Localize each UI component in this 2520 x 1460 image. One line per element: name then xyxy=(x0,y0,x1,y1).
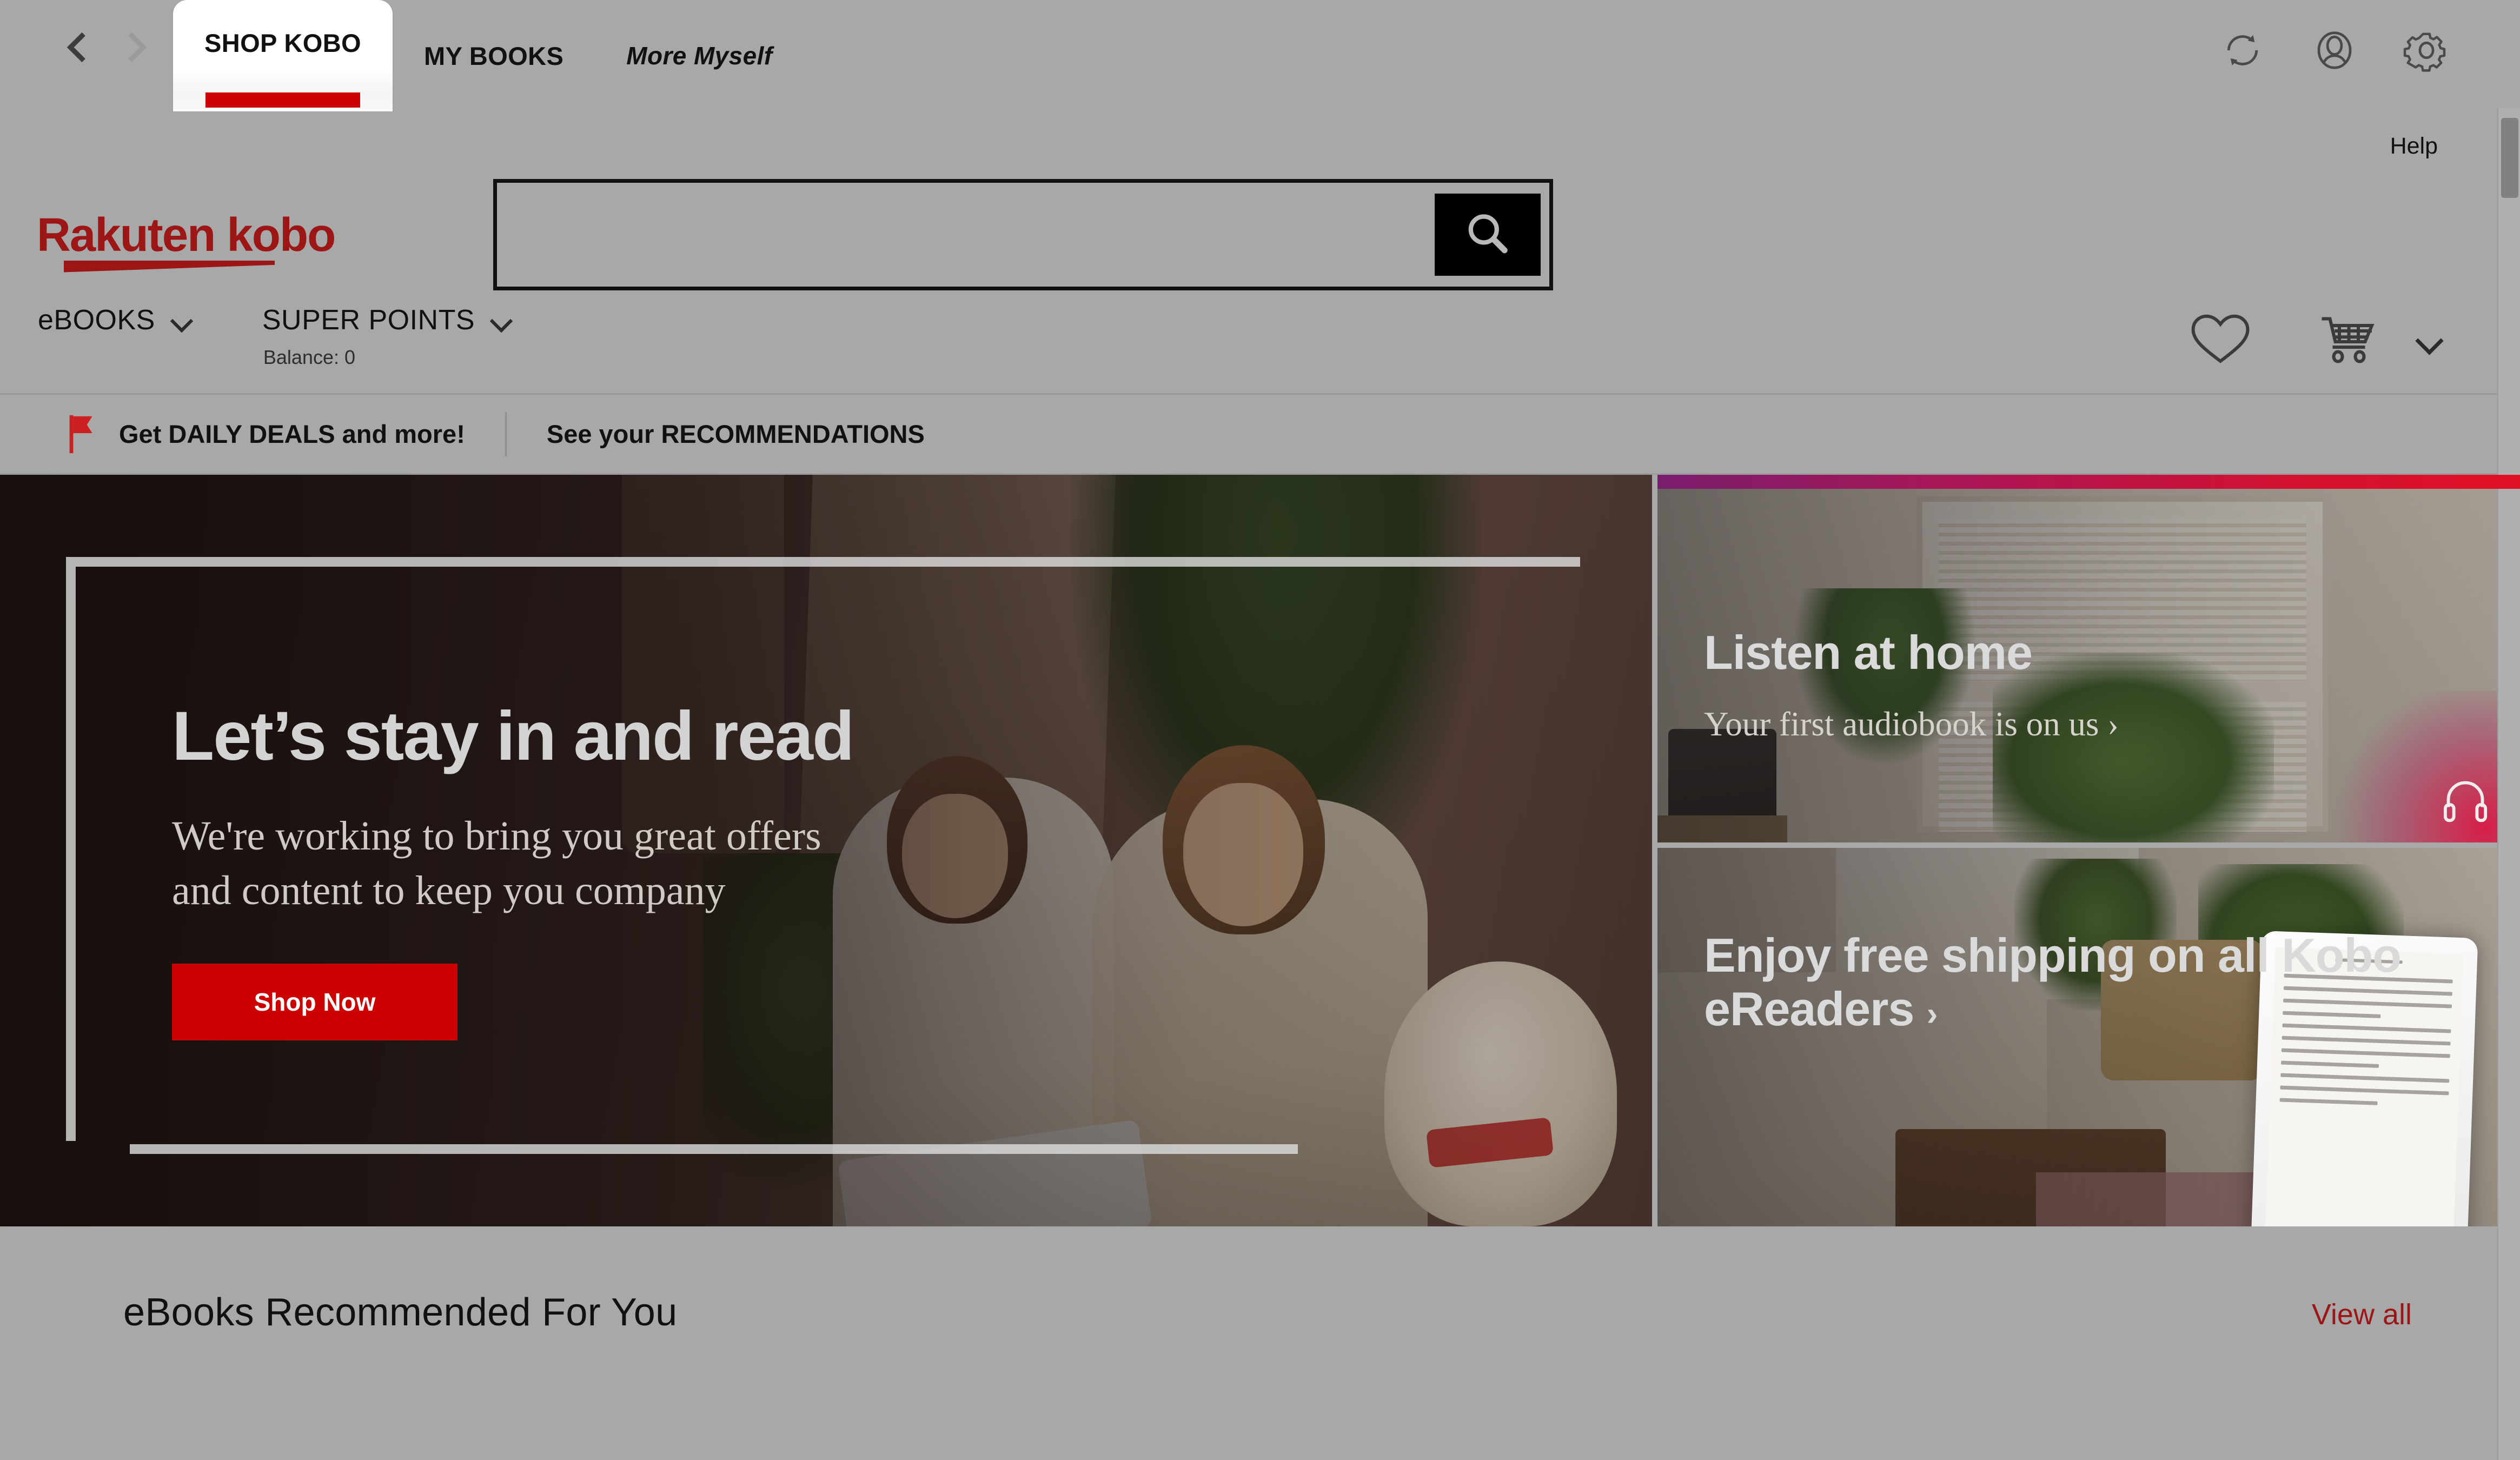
tab-list: SHOP KOBO MY BOOKS More Myself xyxy=(173,0,804,125)
promo-card-listen-at-home[interactable]: Listen at home Your first audiobook is o… xyxy=(1657,475,2520,842)
promo-text-block: Listen at home Your first audiobook is o… xyxy=(1704,626,2119,744)
tab-my-books-label: MY BOOKS xyxy=(424,41,564,70)
promo-title: Enjoy free shipping on all Kobo eReaders… xyxy=(1704,928,2520,1036)
promo-text-block: Enjoy free shipping on all Kobo eReaders… xyxy=(1704,928,2520,1036)
tab-shop-kobo-label: SHOP KOBO xyxy=(204,29,362,57)
nav-item-super-points[interactable]: SUPER POINTS Balance: 0 xyxy=(262,304,514,369)
help-link[interactable]: Help xyxy=(2390,133,2438,160)
nav-item-ebooks-label: eBOOKS xyxy=(38,304,155,336)
appbar-icon-group xyxy=(2219,27,2450,74)
cart-group xyxy=(2318,309,2444,369)
search-input[interactable] xyxy=(506,191,1435,278)
super-points-balance: Balance: 0 xyxy=(263,346,355,368)
divider xyxy=(505,412,507,456)
hero-headline: Let’s stay in and read xyxy=(172,698,854,775)
help-row: Help xyxy=(0,111,2520,181)
page-scrollbar[interactable] xyxy=(2497,108,2520,1460)
hero-area: Let’s stay in and read We're working to … xyxy=(0,475,2520,1226)
promo-title: Listen at home xyxy=(1704,626,2033,679)
shop-now-button[interactable]: Shop Now xyxy=(172,964,457,1041)
recommended-section: eBooks Recommended For You View all xyxy=(0,1226,2520,1335)
deals-bar: Get DAILY DEALS and more! See your RECOM… xyxy=(0,395,2520,475)
site-header: Help Rakuten kobo eBOOKS SUPER POINTS Ba… xyxy=(0,111,2520,475)
promo-subtitle: Your first audiobook is on us xyxy=(1704,705,2099,743)
heart-icon[interactable] xyxy=(2188,309,2253,369)
chevron-right-icon: › xyxy=(1926,995,1938,1033)
search-bar xyxy=(493,179,1553,290)
promo-title-text: Enjoy free shipping on all Kobo eReaders xyxy=(1704,928,2402,1036)
active-tab-indicator xyxy=(205,92,361,108)
view-all-link[interactable]: View all xyxy=(2312,1290,2412,1331)
nav-item-ebooks[interactable]: eBOOKS xyxy=(38,304,194,336)
hero-content: Let’s stay in and read We're working to … xyxy=(172,698,1308,1041)
sync-icon[interactable] xyxy=(2219,27,2266,74)
tab-more-myself[interactable]: More Myself xyxy=(595,0,804,111)
promo-card-column: Listen at home Your first audiobook is o… xyxy=(1652,475,2520,1226)
cart-chevron-down-icon[interactable] xyxy=(2416,331,2444,347)
headphones-icon xyxy=(2441,775,2490,824)
promo-card-free-shipping[interactable]: Enjoy free shipping on all Kobo eReaders… xyxy=(1657,848,2520,1226)
scrollbar-thumb[interactable] xyxy=(2501,118,2518,198)
chevron-right-icon: › xyxy=(2107,706,2119,743)
shopping-cart-icon[interactable] xyxy=(2318,309,2383,369)
recommendations-link[interactable]: See your RECOMMENDATIONS xyxy=(547,419,925,449)
settings-gear-icon[interactable] xyxy=(2403,27,2450,74)
logo-text: Rakuten kobo xyxy=(37,208,336,261)
account-icon[interactable] xyxy=(2311,27,2358,74)
flag-icon xyxy=(65,413,100,455)
search-icon xyxy=(1468,214,1508,254)
promo-subtitle-row: Your first audiobook is on us › xyxy=(1704,705,2119,744)
chevron-down-icon xyxy=(171,313,194,327)
header-actions xyxy=(2188,304,2444,369)
logo-swoosh xyxy=(64,260,275,273)
tab-more-myself-label: More Myself xyxy=(626,42,773,70)
recommended-title: eBooks Recommended For You xyxy=(123,1291,678,1334)
nav-item-super-points-label: SUPER POINTS xyxy=(262,304,475,336)
logo-search-row: Rakuten kobo xyxy=(0,179,2520,290)
promo-gradient-bar xyxy=(1657,475,2520,489)
application-tab-bar: SHOP KOBO MY BOOKS More Myself xyxy=(0,0,2520,125)
hero-subtext: We're working to bring you great offers … xyxy=(172,813,821,914)
hero-banner[interactable]: Let’s stay in and read We're working to … xyxy=(0,475,1652,1226)
daily-deals-link[interactable]: Get DAILY DEALS and more! xyxy=(119,419,465,449)
tab-shop-kobo[interactable]: SHOP KOBO xyxy=(173,0,393,125)
tab-my-books[interactable]: MY BOOKS xyxy=(393,0,595,111)
chevron-right-icon[interactable] xyxy=(117,34,146,63)
chevron-down-icon xyxy=(491,313,514,327)
chevron-left-icon[interactable] xyxy=(64,34,93,63)
navigation-arrows xyxy=(64,34,146,63)
search-button[interactable] xyxy=(1435,194,1541,276)
rakuten-kobo-logo[interactable]: Rakuten kobo xyxy=(37,208,410,273)
category-nav-row: eBOOKS SUPER POINTS Balance: 0 xyxy=(0,289,2520,395)
